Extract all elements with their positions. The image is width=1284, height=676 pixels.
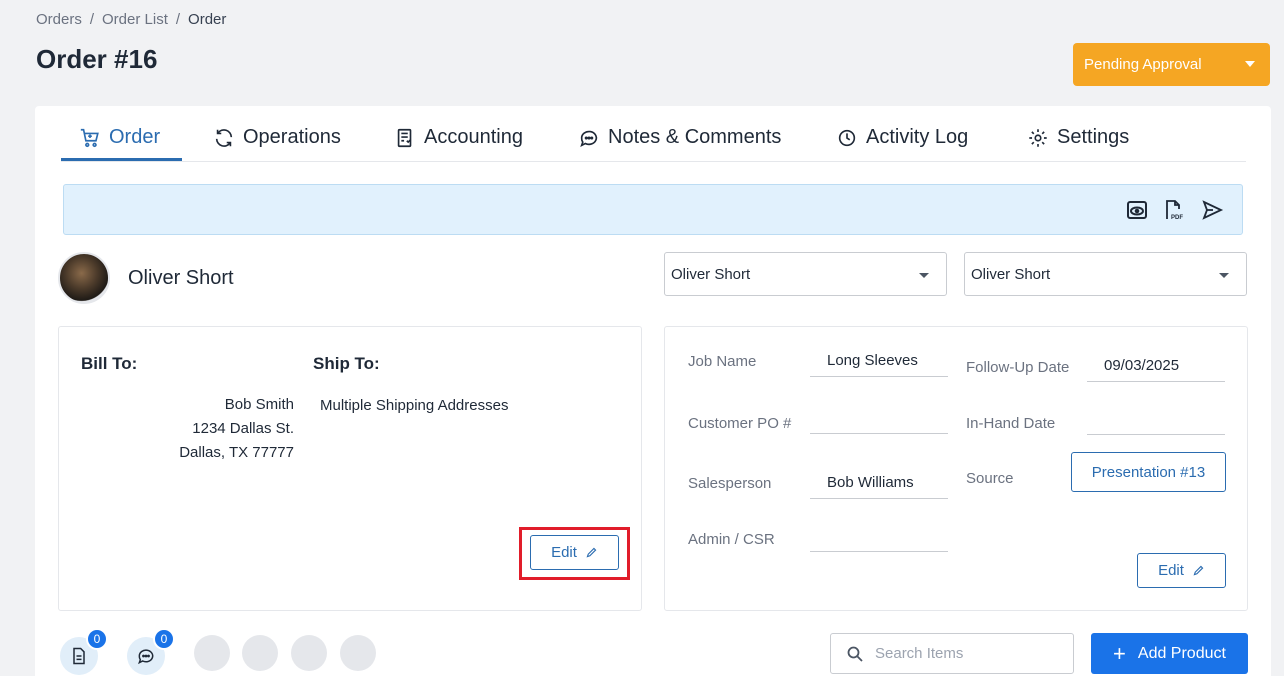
breadcrumb: Orders / Order List / Order (36, 11, 226, 28)
source-presentation-button[interactable]: Presentation #13 (1071, 452, 1226, 492)
salesperson-label: Salesperson (688, 475, 772, 492)
bill-address-line: Dallas, TX 77777 (179, 444, 294, 461)
job-name-field[interactable]: Long Sleeves (810, 345, 948, 377)
breadcrumb-orders[interactable]: Orders (36, 11, 82, 28)
tab-notes-comments[interactable]: Notes & Comments (578, 126, 781, 149)
tab-accounting[interactable]: Accounting (394, 126, 523, 149)
caret-down-icon (1245, 61, 1255, 67)
tab-operations[interactable]: Operations (213, 126, 341, 149)
preview-icon[interactable] (1125, 198, 1149, 222)
breadcrumb-current: Order (188, 11, 227, 28)
status-label: Pending Approval (1084, 56, 1202, 73)
tab-order[interactable]: Order (79, 126, 160, 149)
tab-activity-label: Activity Log (866, 126, 969, 148)
bill-address: Bob Smith 1234 Dallas St. Dallas, TX 777… (94, 393, 294, 465)
source-label: Source (966, 470, 1014, 487)
bill-to-label: Bill To: (81, 354, 138, 373)
active-tab-indicator (61, 158, 182, 161)
document-toolbar: PDF (63, 184, 1243, 235)
caret-down-icon (919, 273, 929, 278)
order-card: Order Operations Accounting Notes & Comm… (35, 106, 1271, 676)
breadcrumb-order-list[interactable]: Order List (102, 11, 168, 28)
caret-down-icon (1219, 273, 1229, 278)
contact-select-secondary-value: Oliver Short (971, 265, 1051, 283)
search-icon (847, 646, 863, 662)
pdf-icon[interactable]: PDF (1161, 198, 1185, 222)
in-hand-date-field[interactable] (1087, 403, 1225, 435)
document-icon (73, 647, 85, 665)
ship-address: Multiple Shipping Addresses (320, 397, 509, 414)
chat-icon (580, 130, 598, 147)
in-hand-date-label: In-Hand Date (966, 415, 1056, 432)
highlight-box (519, 527, 630, 580)
tab-accounting-label: Accounting (424, 126, 523, 148)
send-icon[interactable] (1200, 198, 1224, 222)
documents-count-badge: 0 (86, 628, 108, 650)
follow-up-date-field[interactable]: 09/03/2025 (1087, 350, 1225, 382)
gear-icon (1029, 128, 1047, 147)
plus-icon: + (1113, 640, 1126, 666)
order-details-panel: Job Name Long Sleeves Customer PO # Sale… (664, 326, 1248, 611)
breadcrumb-separator: / (89, 11, 95, 28)
tab-bar: Order Operations Accounting Notes & Comm… (61, 106, 1246, 162)
breadcrumb-separator: / (175, 11, 181, 28)
placeholder-avatar (340, 635, 376, 671)
tab-settings[interactable]: Settings (1027, 126, 1129, 149)
contact-select-value: Oliver Short (671, 265, 751, 283)
add-product-button[interactable]: + Add Product (1091, 633, 1248, 674)
add-product-label: Add Product (1137, 644, 1226, 662)
placeholder-avatar (242, 635, 278, 671)
tab-order-label: Order (109, 126, 161, 148)
job-name-label: Job Name (688, 353, 757, 370)
refresh-icon (215, 128, 233, 147)
placeholder-avatar (291, 635, 327, 671)
tab-activity-log[interactable]: Activity Log (836, 126, 968, 149)
cart-icon (80, 128, 99, 147)
tab-settings-label: Settings (1057, 126, 1130, 148)
pdf-icon-text: PDF (1171, 215, 1183, 221)
status-dropdown-button[interactable]: Pending Approval (1073, 43, 1270, 86)
ship-to-label: Ship To: (313, 354, 380, 373)
contact-select-secondary[interactable]: Oliver Short (964, 252, 1247, 296)
admin-csr-label: Admin / CSR (688, 531, 775, 548)
bill-address-line: Bob Smith (224, 396, 294, 413)
search-items-box (830, 633, 1074, 674)
avatar (58, 252, 110, 304)
salesperson-field[interactable]: Bob Williams (810, 467, 948, 499)
tab-operations-label: Operations (243, 126, 341, 148)
bill-address-line: 1234 Dallas St. (192, 420, 294, 437)
pencil-icon (1193, 565, 1204, 576)
comments-button[interactable]: 0 (127, 628, 175, 675)
customer-po-field[interactable] (810, 402, 948, 434)
tab-notes-label: Notes & Comments (608, 126, 782, 148)
chat-icon (138, 649, 154, 665)
ledger-icon (397, 128, 412, 147)
customer-po-label: Customer PO # (688, 415, 792, 432)
customer-name: Oliver Short (128, 267, 234, 289)
placeholder-avatar (194, 635, 230, 671)
clock-icon (838, 129, 856, 146)
contact-select[interactable]: Oliver Short (664, 252, 947, 296)
edit-details-label: Edit (1158, 562, 1184, 579)
edit-details-button[interactable]: Edit (1137, 553, 1226, 588)
search-input[interactable] (875, 645, 1055, 662)
follow-up-date-label: Follow-Up Date (966, 359, 1070, 376)
documents-button[interactable]: 0 (60, 628, 108, 675)
page-title: Order #16 (36, 44, 158, 74)
admin-csr-field[interactable] (810, 520, 948, 552)
comments-count-badge: 0 (153, 628, 175, 650)
